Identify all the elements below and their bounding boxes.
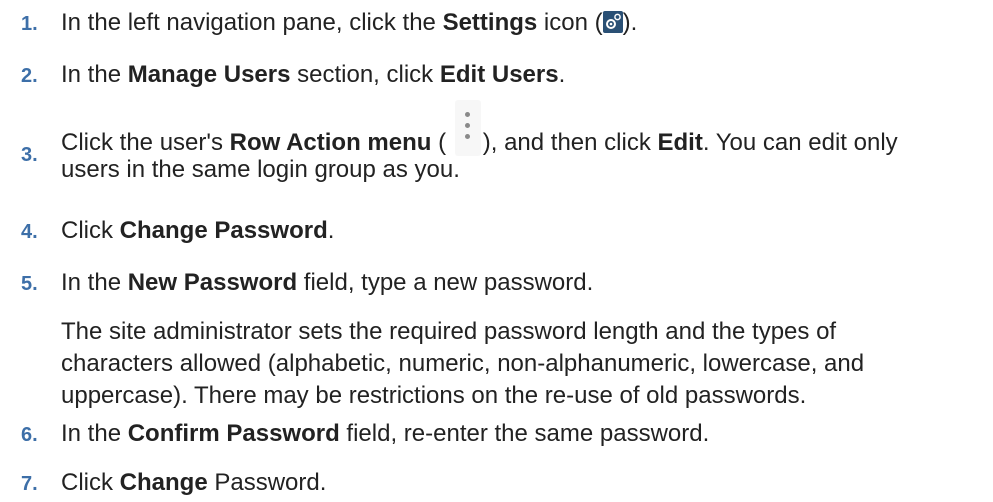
ui-term: Change Password	[119, 217, 328, 244]
step-text-part: (	[431, 129, 453, 156]
step-text-part: section, click	[290, 61, 440, 88]
step-text-part: In the left navigation pane, click the	[61, 9, 443, 36]
note-line: uppercase). There may be restrictions on…	[61, 382, 807, 409]
step-text: In the left navigation pane, click the S…	[61, 7, 961, 39]
note-line: characters allowed (alphabetic, numeric,…	[61, 350, 865, 377]
ui-term: Confirm Password	[127, 420, 340, 447]
step-text: Click Change Password.	[61, 467, 961, 499]
step-text-part: Click the user's	[61, 129, 230, 156]
step-text: In the Confirm Password field, re-enter …	[61, 418, 961, 450]
ui-term: Manage Users	[127, 61, 291, 88]
step-text-part: Password.	[207, 469, 327, 496]
step-text-part: field, re-enter the same password.	[339, 420, 710, 447]
step-text-part: . You can edit only	[702, 129, 898, 156]
step-text-part: .	[558, 61, 566, 88]
step-text-part: ).	[622, 9, 638, 36]
note-line: The site administrator sets the required…	[61, 318, 837, 345]
ui-term: Settings	[442, 9, 538, 36]
ui-term: Row Action menu	[229, 129, 432, 156]
ui-term: Change	[119, 469, 208, 496]
step-text-part: ), and then click	[482, 129, 658, 156]
ui-term: Edit Users	[439, 61, 559, 88]
step-text: Click the user's Row Action menu ( ), an…	[61, 100, 961, 186]
step-text-part: In the	[61, 420, 128, 447]
ui-term: New Password	[127, 269, 298, 296]
settings-icon	[602, 11, 623, 33]
step-text-part: field, type a new password.	[297, 269, 594, 296]
ui-term: Edit	[657, 129, 703, 156]
row-action-menu-icon	[454, 100, 481, 156]
step-number: 7.	[21, 473, 38, 495]
step-text-part: In the	[61, 61, 128, 88]
step-text: Click Change Password.	[61, 215, 961, 247]
step-number: 5.	[21, 273, 38, 295]
step-text: In the New Password field, type a new pa…	[61, 267, 961, 299]
instruction-steps: 1. In the left navigation pane, click th…	[0, 0, 993, 502]
step-5-note: The site administrator sets the required…	[61, 316, 961, 412]
step-text-part: icon (	[537, 9, 603, 36]
step-number: 2.	[21, 65, 38, 87]
step-number: 3.	[21, 144, 38, 166]
step-text-part: Click	[61, 469, 120, 496]
step-number: 4.	[21, 221, 38, 243]
step-text-part: Click	[61, 217, 120, 244]
step-number: 1.	[21, 13, 38, 35]
step-text-part: In the	[61, 269, 128, 296]
step-number: 6.	[21, 424, 38, 446]
step-text: In the Manage Users section, click Edit …	[61, 59, 961, 91]
step-text-part: .	[327, 217, 335, 244]
